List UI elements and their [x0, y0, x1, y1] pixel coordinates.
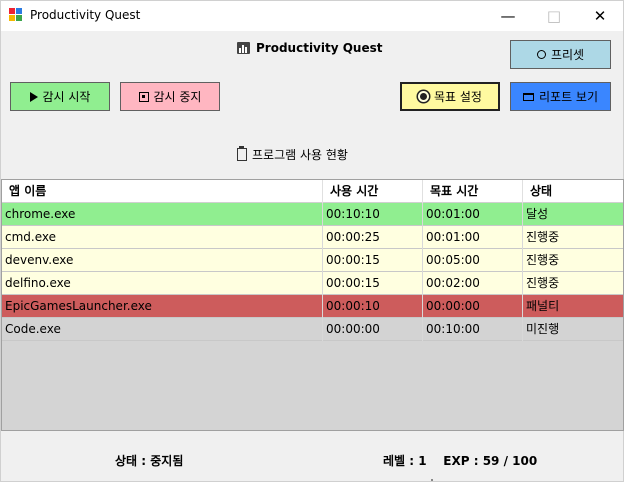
cell-app-name: delfino.exe — [2, 272, 323, 295]
view-report-button[interactable]: 리포트 보기 — [510, 82, 611, 111]
cell-app-name: devenv.exe — [2, 249, 323, 272]
set-goal-label: 목표 설정 — [434, 90, 482, 104]
column-header-app[interactable]: 앱 이름 — [2, 180, 323, 203]
monitor-status: 상태 : 중지됨 — [115, 454, 184, 468]
page-title-label: Productivity Quest — [256, 41, 383, 55]
table-row[interactable]: EpicGamesLauncher.exe 00:00:10 00:00:00 패널티 — [2, 295, 623, 318]
cell-goal-time: 00:00:00 — [423, 295, 523, 318]
cell-used-time: 00:00:15 — [323, 249, 423, 272]
table-row[interactable]: devenv.exe 00:00:15 00:05:00 진행중 — [2, 249, 623, 272]
target-icon — [418, 91, 429, 102]
close-icon[interactable]: ✕ — [577, 1, 623, 31]
preset-button-label: 프리셋 — [550, 48, 585, 62]
column-header-used[interactable]: 사용 시간 — [323, 180, 423, 203]
window-title: Productivity Quest — [30, 8, 141, 22]
set-goal-button[interactable]: 목표 설정 — [400, 82, 500, 111]
table-row[interactable]: cmd.exe 00:00:25 00:01:00 진행중 — [2, 226, 623, 249]
column-header-status[interactable]: 상태 — [523, 180, 623, 203]
stop-monitoring-button[interactable]: 감시 중지 — [120, 82, 220, 111]
table-header: 앱 이름 사용 시간 목표 시간 상태 — [2, 180, 623, 203]
cell-used-time: 00:00:10 — [323, 295, 423, 318]
cell-used-time: 00:00:25 — [323, 226, 423, 249]
cell-goal-time: 00:10:00 — [423, 318, 523, 341]
start-monitoring-button[interactable]: 감시 시작 — [10, 82, 110, 111]
cell-used-time: 00:00:00 — [323, 318, 423, 341]
app-icon — [9, 8, 23, 22]
resize-grip[interactable] — [431, 479, 433, 481]
folder-icon — [522, 92, 534, 101]
key-icon — [536, 50, 546, 59]
page-title: Productivity Quest — [237, 41, 383, 55]
cell-status: 진행중 — [526, 230, 560, 244]
app-window: Productivity Quest — □ ✕ Productivity Qu… — [0, 0, 624, 482]
clipboard-icon — [237, 146, 247, 161]
cell-goal-time: 00:01:00 — [423, 226, 523, 249]
view-report-label: 리포트 보기 — [538, 90, 598, 104]
table-row[interactable]: chrome.exe 00:10:10 00:01:00 달성 — [2, 203, 623, 226]
cell-status: 패널티 — [526, 299, 560, 313]
cell-status: 진행중 — [526, 253, 560, 267]
maximize-icon[interactable]: □ — [531, 1, 577, 31]
cell-status: 미진행 — [526, 322, 560, 336]
table-row[interactable]: delfino.exe 00:00:15 00:02:00 진행중 — [2, 272, 623, 295]
table-row[interactable]: Code.exe 00:00:00 00:10:00 미진행 — [2, 318, 623, 341]
section-title-label: 프로그램 사용 현황 — [252, 148, 348, 162]
title-bar: Productivity Quest — □ ✕ — [1, 1, 623, 31]
bar-chart-icon — [237, 42, 250, 54]
cell-status: 진행중 — [526, 276, 560, 290]
section-title: 프로그램 사용 현황 — [237, 146, 348, 163]
cell-status: 달성 — [526, 207, 549, 221]
cell-used-time: 00:00:15 — [323, 272, 423, 295]
level-exp: 레벨 : 1 EXP : 59 / 100 — [383, 454, 538, 468]
column-header-goal[interactable]: 목표 시간 — [423, 180, 523, 203]
cell-app-name: Code.exe — [2, 318, 323, 341]
cell-used-time: 00:10:10 — [323, 203, 423, 226]
stop-monitoring-label: 감시 중지 — [153, 90, 202, 104]
cell-app-name: chrome.exe — [2, 203, 323, 226]
cell-goal-time: 00:01:00 — [423, 203, 523, 226]
cell-app-name: EpicGamesLauncher.exe — [2, 295, 323, 318]
usage-table[interactable]: 앱 이름 사용 시간 목표 시간 상태 chrome.exe 00:10:10 00… — [1, 179, 624, 431]
cell-goal-time: 00:05:00 — [423, 249, 523, 272]
play-icon — [29, 91, 38, 102]
preset-button[interactable]: 프리셋 — [510, 40, 611, 69]
minimize-icon[interactable]: — — [485, 1, 531, 31]
start-monitoring-label: 감시 시작 — [42, 90, 91, 104]
cell-app-name: cmd.exe — [2, 226, 323, 249]
cell-goal-time: 00:02:00 — [423, 272, 523, 295]
stop-icon — [138, 91, 149, 102]
